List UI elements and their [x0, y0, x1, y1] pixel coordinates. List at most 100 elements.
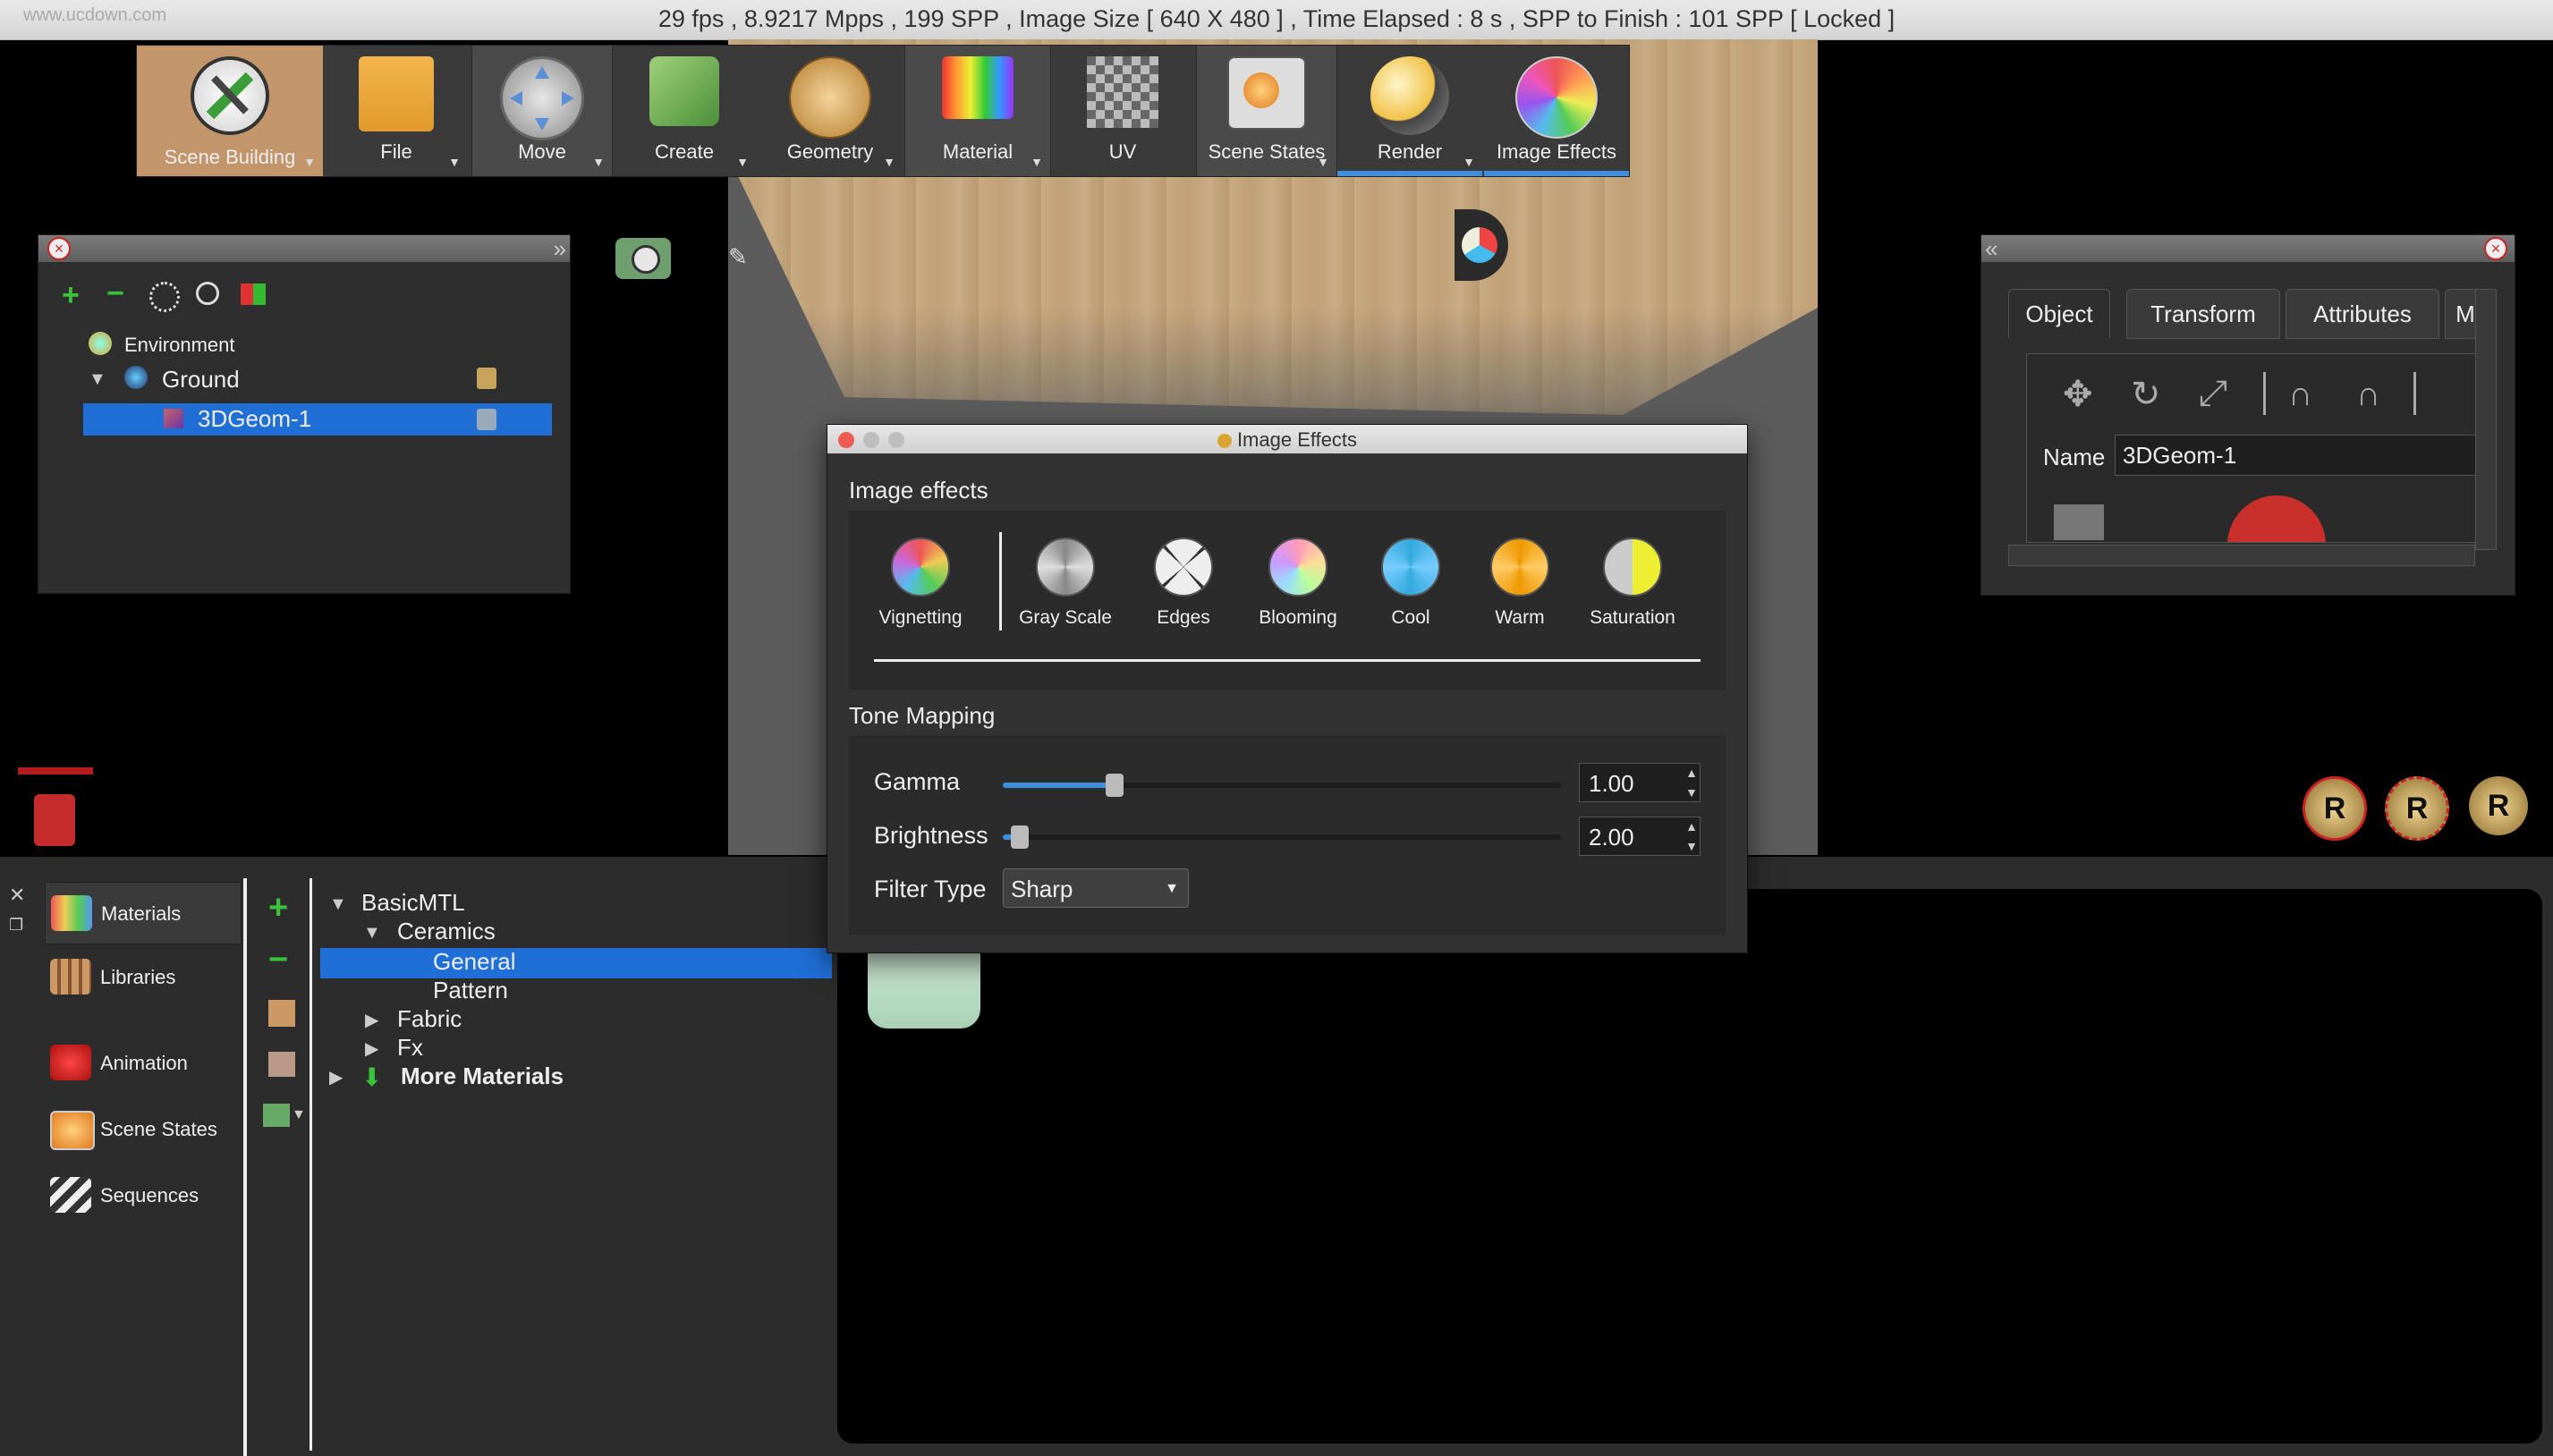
title-bar: www.ucdown.com 29 fps , 8.9217 Mpps , 19… [0, 0, 2553, 40]
add-icon[interactable]: + [268, 889, 288, 927]
toolbar-move[interactable]: Move ▼ [471, 46, 613, 176]
tree-pattern[interactable]: Pattern [433, 977, 508, 1004]
render-region-button[interactable]: R [2385, 776, 2449, 841]
nav-scene-states[interactable]: Scene States [45, 1098, 240, 1157]
view-mode-icon[interactable] [263, 1104, 290, 1127]
nav-animation[interactable]: Animation [45, 1032, 240, 1091]
render-add-button[interactable]: R [2303, 776, 2367, 841]
rotate-icon[interactable]: ↻ [2131, 374, 2161, 415]
dropdown-arrow-icon[interactable]: ▼ [1031, 155, 1043, 169]
collapse-icon[interactable]: » [554, 235, 566, 263]
tab-transform[interactable]: Transform [2126, 289, 2280, 339]
close-icon[interactable]: × [47, 237, 71, 260]
remove-icon[interactable]: − [106, 276, 124, 311]
tree-fx[interactable]: Fx [397, 1034, 423, 1062]
toolbar-scene-building[interactable]: Scene Building ▼ [137, 46, 323, 176]
collapse-arrow-icon[interactable]: ▶ [365, 1037, 378, 1060]
effect-blooming[interactable]: Blooming [1244, 538, 1352, 629]
horizontal-scrollbar[interactable] [2008, 545, 2475, 566]
panel-titlebar[interactable]: « × [1981, 235, 2515, 262]
toolbar-geometry[interactable]: Geometry ▼ [758, 46, 903, 176]
tree-item-ground[interactable]: Ground [162, 366, 240, 394]
divider [2413, 372, 2416, 415]
toolbar-file[interactable]: File ▼ [325, 46, 468, 176]
tree-general-row[interactable] [320, 948, 832, 978]
nav-materials[interactable]: Materials [45, 882, 242, 944]
toolbar-render[interactable]: Render ▼ [1337, 46, 1482, 176]
name-field[interactable]: 3DGeom-1 [2115, 435, 2487, 476]
tab-object[interactable]: Object [2008, 289, 2110, 338]
lock-icon[interactable] [477, 368, 496, 389]
nav-sequences[interactable]: Sequences [45, 1164, 240, 1223]
remove-icon[interactable]: − [268, 941, 288, 979]
filter-type-select[interactable]: Sharp ▼ [1003, 868, 1189, 908]
filter-icon[interactable] [241, 284, 266, 305]
dropdown-arrow-icon[interactable]: ▼ [1463, 155, 1475, 169]
dropdown-arrow-icon[interactable]: ▼ [303, 155, 316, 169]
toolbar-uv[interactable]: UV [1051, 46, 1194, 176]
tree-item-environment[interactable]: Environment [124, 334, 235, 357]
tree-item-3dgeom-1[interactable]: 3DGeom-1 [198, 405, 311, 433]
material-swatch[interactable] [868, 952, 980, 1029]
brightness-slider[interactable] [1003, 825, 1561, 849]
close-icon[interactable]: × [2484, 237, 2507, 260]
tree-basicmtl[interactable]: BasicMTL [361, 889, 465, 917]
panel-titlebar[interactable]: × » [38, 235, 570, 262]
brightness-stepper[interactable]: ▲ ▼ [1681, 817, 1702, 856]
dropdown-arrow-icon[interactable]: ▼ [448, 155, 461, 169]
toolbar-material[interactable]: Material ▼ [904, 46, 1051, 176]
expand-arrow-icon[interactable]: ▼ [363, 923, 381, 944]
scale-icon[interactable]: ⤢ [2199, 374, 2227, 414]
phone-icon[interactable] [268, 1052, 295, 1077]
toolbar-create[interactable]: Create ▼ [613, 46, 756, 176]
library-icon[interactable] [268, 1000, 295, 1027]
effect-gray-scale[interactable]: Gray Scale [1012, 538, 1119, 629]
effect-vignetting[interactable]: Vignetting [867, 538, 974, 629]
toolbar-image-effects[interactable]: Image Effects [1484, 46, 1629, 176]
camera-icon[interactable] [615, 238, 671, 279]
effect-edges[interactable]: Edges [1130, 538, 1237, 629]
tab-attributes[interactable]: Attributes [2286, 289, 2439, 339]
brush-icon[interactable]: ✎ [728, 243, 748, 288]
dropdown-arrow-icon[interactable]: ▼ [736, 155, 749, 169]
tree-ceramics[interactable]: Ceramics [397, 918, 496, 945]
brightness-slider-handle[interactable] [1011, 825, 1029, 849]
expand-arrow-icon[interactable]: ▼ [89, 369, 106, 390]
magnet-icon[interactable]: ∩ [2288, 376, 2312, 414]
render-remove-button[interactable]: R [2469, 776, 2528, 835]
gamma-slider[interactable] [1003, 774, 1561, 797]
vertical-scrollbar[interactable] [2475, 289, 2497, 550]
tree-general[interactable]: General [433, 948, 516, 976]
material-preview-area[interactable] [837, 889, 2542, 1443]
divider [2263, 372, 2266, 415]
dropdown-arrow-icon[interactable]: ▼ [1317, 155, 1329, 169]
nav-libraries[interactable]: Libraries [45, 946, 240, 1005]
tree-more-materials[interactable]: More Materials [401, 1062, 564, 1090]
dialog-titlebar[interactable]: Image Effects [827, 425, 1747, 453]
effect-cool[interactable]: Cool [1357, 538, 1464, 629]
add-icon[interactable]: + [62, 278, 80, 313]
settings-icon[interactable] [149, 282, 180, 312]
collapse-arrow-icon[interactable]: ▶ [329, 1066, 343, 1088]
collapse-arrow-icon[interactable]: ▶ [365, 1009, 378, 1031]
main-toolbar: Scene Building ▼ File ▼ Move ▼ Create ▼ … [136, 45, 1630, 177]
dropdown-arrow-icon[interactable]: ▼ [292, 1107, 306, 1123]
dropdown-arrow-icon[interactable]: ▼ [883, 155, 895, 169]
gamma-slider-handle[interactable] [1106, 774, 1124, 797]
magnet-off-icon[interactable]: ∩ [2356, 376, 2380, 414]
dropdown-arrow-icon[interactable]: ▼ [592, 155, 605, 169]
float-icon[interactable]: ❐ [9, 916, 23, 935]
lock-icon[interactable] [34, 794, 75, 846]
filter-type-label: Filter Type [874, 876, 987, 902]
effect-saturation[interactable]: Saturation [1579, 538, 1686, 629]
toolbar-scene-states[interactable]: Scene States ▼ [1196, 46, 1337, 176]
tree-fabric[interactable]: Fabric [397, 1005, 462, 1033]
effect-warm[interactable]: Warm [1466, 538, 1573, 629]
expand-arrow-icon[interactable]: ▼ [329, 894, 347, 915]
lock-icon[interactable] [477, 409, 496, 430]
collapse-icon[interactable]: « [1985, 235, 1997, 263]
move-icon[interactable]: ✥ [2063, 374, 2093, 415]
search-icon[interactable] [196, 282, 219, 305]
close-icon[interactable]: ✕ [9, 884, 25, 907]
gamma-stepper[interactable]: ▲ ▼ [1681, 763, 1702, 802]
